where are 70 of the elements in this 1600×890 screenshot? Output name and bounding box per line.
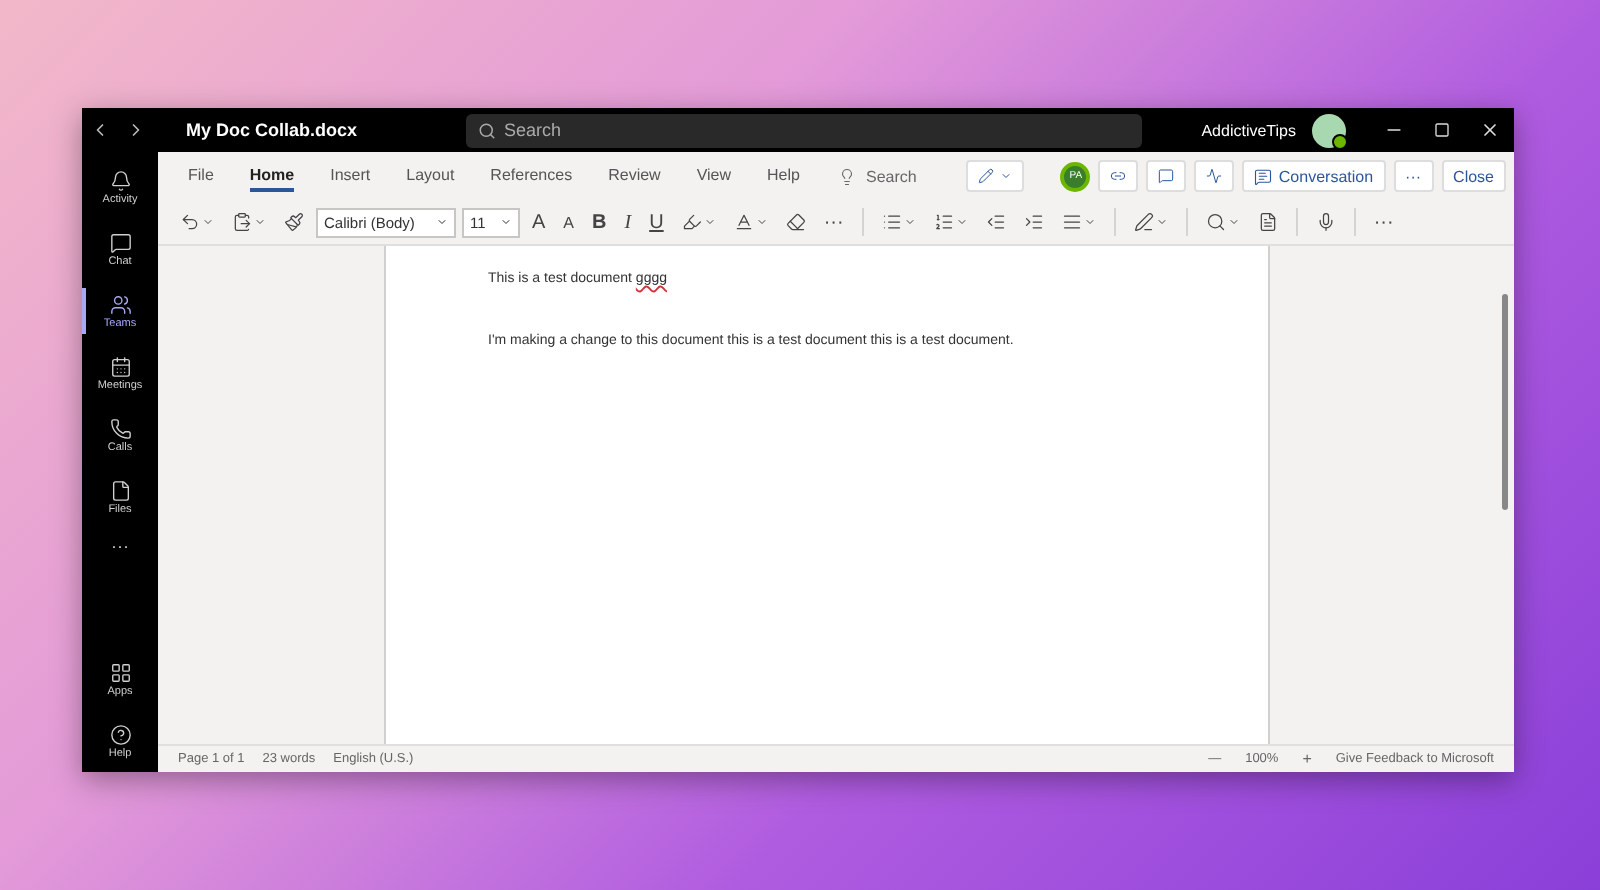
- ribbon-tab[interactable]: Insert: [330, 160, 371, 192]
- ribbon-tab[interactable]: Review: [608, 160, 661, 192]
- caret-icon: [999, 170, 1012, 182]
- caret-icon: [903, 216, 916, 228]
- bold-button[interactable]: B: [586, 211, 613, 233]
- more-button[interactable]: ···: [1393, 160, 1434, 192]
- chat-icon: [1254, 167, 1273, 185]
- format-painter-icon: [284, 212, 304, 232]
- highlight-icon: [681, 212, 702, 232]
- conversation-button[interactable]: Conversation: [1242, 160, 1386, 192]
- ribbon-tab[interactable]: File: [188, 160, 214, 192]
- caret-icon: [202, 216, 214, 228]
- font-color-icon: [733, 212, 754, 232]
- lightbulb-icon: [837, 167, 856, 185]
- align-icon: [1061, 212, 1082, 232]
- pencil-icon: [977, 168, 994, 184]
- grow-font-button[interactable]: A: [526, 211, 552, 233]
- bell-icon: [109, 169, 131, 191]
- caret-icon: [1155, 216, 1168, 228]
- account-name: AddictiveTips: [1201, 121, 1296, 139]
- clear-format-icon: [785, 212, 806, 232]
- caret-icon: [703, 216, 716, 228]
- more-apps-button[interactable]: ···: [111, 536, 129, 556]
- dictate-icon: [1315, 212, 1336, 232]
- more-button[interactable]: ···: [817, 211, 850, 233]
- indent-icon: [1023, 212, 1044, 232]
- paste-icon: [232, 212, 252, 232]
- comment-button[interactable]: [1146, 160, 1187, 192]
- styles-icon: [1133, 212, 1154, 232]
- caret-icon: [436, 216, 448, 228]
- close-icon: [1480, 120, 1500, 140]
- comment-icon: [1158, 168, 1175, 184]
- caret-icon: [500, 216, 512, 228]
- window-title: My Doc Collab.docx: [186, 120, 360, 140]
- scrollbar-thumb[interactable]: [1502, 294, 1508, 510]
- caret-icon: [254, 216, 266, 228]
- ribbon-search[interactable]: Search: [837, 167, 958, 185]
- zoom-in-button[interactable]: +: [1296, 750, 1318, 768]
- more-button[interactable]: ···: [1367, 211, 1400, 233]
- reuse-icon: [1257, 212, 1278, 232]
- status-dot: [1332, 133, 1348, 149]
- caret-icon: [1227, 216, 1240, 228]
- find-icon: [1205, 212, 1226, 232]
- phone-icon: [109, 417, 131, 439]
- ribbon-tab[interactable]: Home: [249, 160, 295, 192]
- ribbon-tab[interactable]: Layout: [406, 160, 455, 192]
- help-icon: [109, 723, 131, 745]
- underline-button[interactable]: U: [643, 211, 670, 233]
- italic-button[interactable]: I: [618, 211, 638, 233]
- numbering-icon: [933, 212, 954, 232]
- ribbon-tab[interactable]: View: [696, 160, 732, 192]
- chat-icon: [109, 231, 131, 253]
- search-icon: [478, 121, 496, 139]
- file-icon: [109, 479, 131, 501]
- shrink-font-button[interactable]: A: [557, 213, 581, 231]
- ribbon-tab[interactable]: References: [490, 160, 573, 192]
- calendar-icon: [109, 355, 131, 377]
- outdent-icon: [985, 212, 1006, 232]
- ribbon-tab[interactable]: Help: [767, 160, 800, 192]
- caret-icon: [955, 216, 968, 228]
- search-field[interactable]: Search: [466, 113, 1142, 147]
- caret-icon: [755, 216, 768, 228]
- link-icon: [1110, 168, 1127, 184]
- maximize-icon: [1434, 122, 1450, 138]
- people-icon: [109, 293, 131, 315]
- grid-icon: [109, 661, 131, 683]
- undo-icon: [180, 212, 200, 232]
- caret-icon: [1083, 216, 1096, 228]
- close-document-button[interactable]: Close: [1441, 160, 1506, 192]
- pulse-icon: [1206, 168, 1223, 184]
